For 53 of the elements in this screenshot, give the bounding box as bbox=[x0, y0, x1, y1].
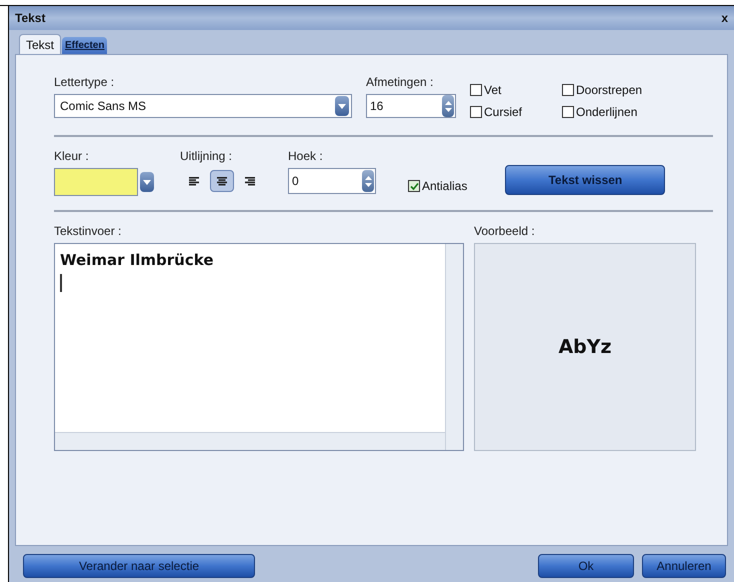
dropdown-button[interactable] bbox=[335, 96, 349, 116]
checkbox-label: Vet bbox=[484, 82, 502, 99]
dropdown-value: Comic Sans MS bbox=[60, 98, 146, 115]
checkbox-label: Antialias bbox=[422, 178, 468, 195]
check-icon bbox=[410, 182, 418, 190]
field-label: Lettertype : bbox=[54, 74, 116, 91]
field-label: Tekstinvoer : bbox=[54, 223, 122, 240]
checkbox-label: Onderlijnen bbox=[576, 104, 638, 121]
align-left-icon bbox=[189, 176, 199, 186]
spin-button[interactable] bbox=[442, 95, 454, 117]
field-label: Uitlijning : bbox=[180, 148, 234, 165]
align-button[interactable] bbox=[210, 170, 234, 192]
field-label: Voorbeeld : bbox=[474, 223, 536, 240]
text-cursor bbox=[60, 274, 62, 292]
clear-text-button[interactable]: Tekst wissen bbox=[505, 165, 666, 195]
checkbox[interactable] bbox=[408, 180, 420, 192]
color-swatch[interactable] bbox=[54, 168, 138, 196]
apply-to-selection-button[interactable]: Verander naar selectie bbox=[23, 554, 255, 578]
align-right-icon bbox=[245, 176, 255, 186]
text-input-area[interactable]: Weimar Ilmbrücke bbox=[54, 243, 464, 451]
size-spinbox[interactable]: 16 bbox=[366, 94, 456, 118]
window-title: Tekst bbox=[15, 10, 46, 27]
up-arrow-icon bbox=[364, 176, 372, 180]
chevron-down-icon bbox=[338, 104, 346, 108]
field-label: Afmetingen : bbox=[366, 74, 434, 91]
tab[interactable]: Effecten bbox=[62, 37, 108, 54]
cancel-button[interactable]: Annuleren bbox=[642, 554, 726, 578]
ok-button[interactable]: Ok bbox=[538, 554, 634, 578]
angle-spinbox[interactable]: 0 bbox=[288, 168, 376, 194]
checkbox[interactable] bbox=[562, 106, 574, 118]
spinbox-value: 16 bbox=[370, 98, 384, 115]
field-label: Hoek : bbox=[288, 148, 324, 165]
checkbox[interactable] bbox=[562, 84, 574, 96]
up-arrow-icon bbox=[444, 100, 452, 104]
close-button[interactable]: x bbox=[721, 12, 728, 24]
font-dropdown[interactable]: Comic Sans MS bbox=[54, 94, 352, 118]
spin-button[interactable] bbox=[362, 170, 374, 192]
down-arrow-icon bbox=[444, 108, 452, 112]
checkbox-label: Cursief bbox=[484, 104, 522, 121]
input-text: Weimar Ilmbrücke bbox=[60, 250, 215, 271]
chevron-down-icon bbox=[143, 180, 151, 184]
checkbox-label: Doorstrepen bbox=[576, 82, 642, 99]
down-arrow-icon bbox=[364, 182, 372, 186]
tab[interactable]: Tekst bbox=[19, 34, 62, 54]
preview-text: AbYz bbox=[558, 334, 612, 360]
align-center-icon bbox=[217, 176, 227, 186]
checkbox[interactable] bbox=[470, 106, 482, 118]
vertical-scrollbar[interactable] bbox=[445, 244, 463, 450]
horizontal-scrollbar[interactable] bbox=[55, 432, 445, 450]
spinbox-value: 0 bbox=[292, 173, 299, 190]
field-label: Kleur : bbox=[54, 148, 90, 165]
checkbox[interactable] bbox=[470, 84, 482, 96]
dropdown-button[interactable] bbox=[140, 172, 154, 192]
